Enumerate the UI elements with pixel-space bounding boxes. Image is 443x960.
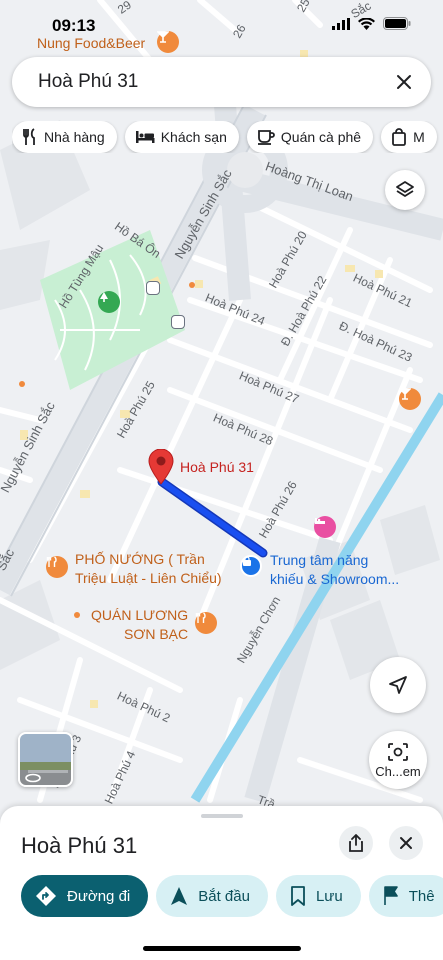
close-sheet-button[interactable] [389,826,423,860]
poi-quan-luong-label-line2[interactable]: SƠN BẠC [124,624,188,644]
poi-trung-tam-label-line1[interactable]: Trung tâm năng [270,550,368,570]
close-icon [400,837,412,849]
clear-search-icon[interactable] [389,67,419,97]
poi-trung-tam-label-line2[interactable]: khiếu & Showroom... [270,569,399,589]
my-location-button[interactable] [370,657,426,713]
battery-icon [383,17,411,30]
lens-camera-button[interactable]: Ch...em [369,731,427,789]
directions-button[interactable]: Đường đi [21,875,149,917]
directions-icon [36,886,56,906]
home-indicator[interactable] [143,946,301,951]
layers-icon [396,181,414,197]
place-actions: Đường đi Bắt đầu Lưu Thê [21,875,443,917]
bar-poi-icon[interactable] [399,388,421,410]
place-bottom-sheet[interactable]: Hoà Phú 31 Đường đi Bắt đầu Lưu Thê [0,806,443,960]
street-view-rotate-icon [24,772,42,784]
poi-pho-nuong-label-line2[interactable]: Triệu Luật - Liên Chiểu) [75,568,222,588]
chip-label: M [413,129,425,145]
location-arrow-icon [389,676,407,694]
bed-icon [135,131,155,143]
chip-restaurants[interactable]: Nhà hàng [12,121,117,153]
save-button[interactable]: Lưu [275,875,361,917]
camera-lens-icon [388,742,408,761]
search-bar[interactable]: Hoà Phú 31 [12,57,431,107]
category-chips: Nhà hàng Khách sạn Quán cà phê M [12,121,443,153]
shopping-bag-icon [392,128,406,146]
hotel-poi-icon[interactable] [314,516,336,538]
directions-label: Đường đi [67,887,131,905]
chip-cafes[interactable]: Quán cà phê [246,121,374,153]
coffee-cup-icon [257,130,275,145]
chip-shopping[interactable]: M [381,121,437,153]
camera-button-label: Ch...em [375,763,421,779]
chip-label: Khách sạn [160,129,227,145]
search-query-text[interactable]: Hoà Phú 31 [38,71,138,93]
add-label-label: Thê [408,887,435,905]
start-label: Bắt đầu [198,887,250,905]
status-icons [332,17,411,30]
share-icon [349,834,363,852]
status-bar: 09:13 [0,0,443,48]
shopping-poi-icon[interactable] [240,555,262,577]
navigation-arrow-icon [171,887,188,905]
cellular-signal-icon [332,17,350,30]
bus-stop-icon[interactable] [146,281,160,295]
add-label-button[interactable]: Thê [368,875,443,917]
chip-label: Quán cà phê [280,129,362,145]
street-view-thumbnail[interactable] [18,732,73,787]
place-title: Hoà Phú 31 [21,833,138,858]
wifi-icon [358,17,375,30]
bus-stop-icon[interactable] [171,315,185,329]
save-label: Lưu [315,887,343,905]
chip-hotels[interactable]: Khách sạn [124,121,239,153]
selected-location-pin-icon[interactable] [148,449,174,485]
bookmark-icon [291,886,305,906]
sheet-drag-handle[interactable] [201,814,243,818]
park-icon[interactable] [98,291,120,313]
selected-location-label[interactable]: Hoà Phú 31 [180,457,254,477]
layers-button[interactable] [385,170,425,210]
start-navigation-button[interactable]: Bắt đầu [156,875,268,917]
chip-label: Nhà hàng [44,129,105,145]
fork-knife-icon [23,128,35,145]
flag-icon [383,886,398,905]
status-time: 09:13 [52,16,96,35]
restaurant-poi-icon[interactable] [46,556,68,578]
restaurant-poi-icon[interactable] [195,612,217,634]
share-button[interactable] [339,826,373,860]
poi-pho-nuong-label-line1[interactable]: PHỐ NƯỚNG ( Trần [75,549,205,569]
poi-quan-luong-label-line1[interactable]: QUÁN LƯƠNG [91,605,188,625]
